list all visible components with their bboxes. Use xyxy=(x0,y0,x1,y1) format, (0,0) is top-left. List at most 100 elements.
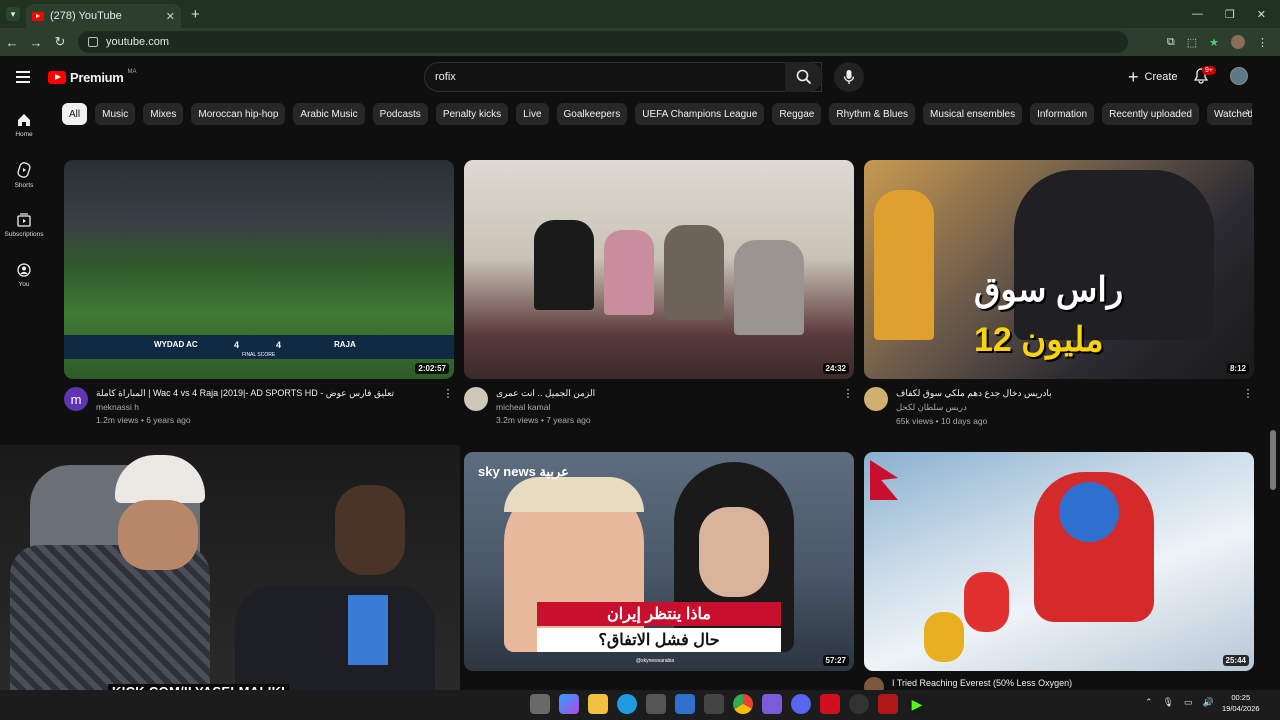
country-code: MA xyxy=(127,69,137,75)
more-actions-icon[interactable]: ⋮ xyxy=(442,387,454,425)
video-duration: 8:12 xyxy=(1226,363,1249,374)
video-card[interactable]: WYDAD AC 4 4 RAJA FINAL SCORE 2:02:57 m … xyxy=(64,160,454,425)
gamepad-icon[interactable] xyxy=(762,694,782,714)
video-title[interactable]: بادريس دخال جدع دهم ملكي سوق لكفاف xyxy=(896,387,1242,399)
volume-icon[interactable]: 🔊 xyxy=(1203,697,1214,708)
sidebar-item-subscriptions[interactable]: Subscriptions xyxy=(0,200,48,250)
thumbnail-headline: راس سوق xyxy=(974,271,1124,309)
obs-icon[interactable] xyxy=(849,694,869,714)
video-thumbnail[interactable]: 24:32 xyxy=(464,160,854,379)
browser-tab[interactable]: (278) YouTube ✕ xyxy=(26,4,181,28)
channel-name[interactable]: meknassi h xyxy=(96,402,442,412)
bookmark-star-icon[interactable]: ★ xyxy=(1209,36,1219,49)
new-tab-button[interactable]: + xyxy=(191,6,200,23)
chip-champions-league[interactable]: UEFA Champions League xyxy=(635,103,765,125)
mail-icon[interactable] xyxy=(675,694,695,714)
store-icon[interactable] xyxy=(646,694,666,714)
chip-information[interactable]: Information xyxy=(1030,103,1095,125)
more-actions-icon[interactable]: ⋮ xyxy=(842,387,854,425)
chip-podcasts[interactable]: Podcasts xyxy=(372,103,428,125)
minimize-button[interactable]: — xyxy=(1192,8,1203,21)
task-view-icon[interactable] xyxy=(530,694,550,714)
channel-name[interactable]: دريس سلطان لكحل xyxy=(896,402,1242,413)
video-thumbnail[interactable]: راس سوق 12 مليون 8:12 xyxy=(864,160,1254,379)
adobe-icon[interactable] xyxy=(820,694,840,714)
video-thumbnail[interactable]: sky news عربية ماذا ينتظر إيران حال فشل … xyxy=(464,452,854,671)
photos-icon[interactable] xyxy=(704,694,724,714)
video-card[interactable]: 24:32 الزمن الجميل .. انت عمرى micheal k… xyxy=(464,160,854,425)
guide-menu-icon[interactable] xyxy=(16,71,30,83)
forward-button[interactable]: → xyxy=(24,35,48,50)
mic-tray-icon[interactable]: 🎙 xyxy=(1163,697,1174,708)
logo-text: Premium xyxy=(70,69,124,85)
sidebar-item-you[interactable]: You xyxy=(0,250,48,300)
install-app-icon[interactable]: ⬚ xyxy=(1187,36,1197,49)
network-icon[interactable]: ▭ xyxy=(1184,697,1193,708)
create-label: Create xyxy=(1144,71,1178,83)
site-info-icon[interactable] xyxy=(88,37,98,47)
chip-goalkeepers[interactable]: Goalkeepers xyxy=(556,103,628,125)
chip-penalty-kicks[interactable]: Penalty kicks xyxy=(435,103,509,125)
streamer-face xyxy=(118,500,198,570)
close-window-button[interactable]: ✕ xyxy=(1257,8,1266,21)
video-title[interactable]: المباراة كاملة | Wac 4 vs 4 Raja |2019|-… xyxy=(96,387,442,399)
video-card[interactable]: راس سوق 12 مليون 8:12 بادريس دخال جدع ده… xyxy=(864,160,1254,426)
translate-icon[interactable]: ⧉ xyxy=(1167,36,1175,49)
sidebar-item-home[interactable]: Home xyxy=(0,100,48,150)
video-duration: 57:27 xyxy=(822,655,849,666)
address-bar[interactable]: youtube.com xyxy=(78,31,1128,53)
recorder-icon[interactable] xyxy=(878,694,898,714)
search-query: rofix xyxy=(435,71,456,83)
tab-search-button[interactable]: ▾ xyxy=(6,7,20,21)
reload-button[interactable]: ↻ xyxy=(48,34,72,50)
account-avatar[interactable] xyxy=(1230,67,1248,85)
channel-avatar[interactable]: m xyxy=(64,387,88,411)
browser-menu-icon[interactable]: ⋮ xyxy=(1257,36,1268,49)
chip-rhythm-blues[interactable]: Rhythm & Blues xyxy=(829,103,916,125)
channel-avatar[interactable] xyxy=(864,387,888,411)
chip-live[interactable]: Live xyxy=(516,103,549,125)
subscriptions-icon xyxy=(17,212,31,227)
video-thumbnail[interactable]: WYDAD AC 4 4 RAJA FINAL SCORE 2:02:57 xyxy=(64,160,454,379)
back-button[interactable]: ← xyxy=(0,35,24,50)
edge-browser-icon[interactable] xyxy=(617,694,637,714)
copilot-icon[interactable] xyxy=(559,694,579,714)
chip-recently-uploaded[interactable]: Recently uploaded xyxy=(1102,103,1199,125)
chip-all[interactable]: All xyxy=(62,103,88,125)
search-input[interactable]: rofix ✕ xyxy=(424,62,822,92)
tab-title: (278) YouTube xyxy=(50,10,122,22)
channel-avatar[interactable] xyxy=(464,387,488,411)
youtube-logo[interactable]: Premium MA xyxy=(48,69,137,85)
file-explorer-icon[interactable] xyxy=(588,694,608,714)
chip-reggae[interactable]: Reggae xyxy=(772,103,822,125)
create-button[interactable]: + Create xyxy=(1118,64,1188,90)
profile-avatar[interactable] xyxy=(1231,35,1245,49)
chip-mixes[interactable]: Mixes xyxy=(143,103,184,125)
sidebar-item-shorts[interactable]: Shorts xyxy=(0,150,48,200)
page-scrollbar[interactable] xyxy=(1270,430,1276,490)
video-thumbnail[interactable]: 25:44 xyxy=(864,452,1254,671)
restore-button[interactable]: ❐ xyxy=(1225,8,1235,21)
chip-music[interactable]: Music xyxy=(95,103,136,125)
microphone-icon xyxy=(843,70,855,84)
chip-musical-ensembles[interactable]: Musical ensembles xyxy=(923,103,1023,125)
channel-name[interactable]: micheal kamal xyxy=(496,402,842,412)
video-title[interactable]: الزمن الجميل .. انت عمرى xyxy=(496,387,842,399)
video-title[interactable]: I Tried Reaching Everest (50% Less Oxyge… xyxy=(892,677,1254,689)
more-actions-icon[interactable]: ⋮ xyxy=(1242,387,1254,426)
voice-search-button[interactable] xyxy=(834,62,864,92)
video-duration: 24:32 xyxy=(822,363,849,374)
tray-overflow-icon[interactable]: ⌃ xyxy=(1145,697,1153,708)
video-card[interactable]: sky news عربية ماذا ينتظر إيران حال فشل … xyxy=(464,452,854,671)
chips-next-arrow-icon[interactable]: › xyxy=(1246,106,1250,118)
video-card[interactable]: 25:44 I Tried Reaching Everest (50% Less… xyxy=(864,452,1254,697)
close-tab-icon[interactable]: ✕ xyxy=(166,10,175,23)
search-button[interactable] xyxy=(785,62,823,92)
discord-icon[interactable] xyxy=(791,694,811,714)
chrome-icon[interactable] xyxy=(733,694,753,714)
chip-arabic-music[interactable]: Arabic Music xyxy=(293,103,365,125)
taskbar-clock[interactable]: 00:25 19/04/2026 xyxy=(1222,692,1260,714)
thumbnail-headline: ماذا ينتظر إيران xyxy=(607,606,711,623)
chip-moroccan-hip-hop[interactable]: Moroccan hip-hop xyxy=(191,103,286,125)
kick-app-icon[interactable]: ▶ xyxy=(907,694,927,714)
